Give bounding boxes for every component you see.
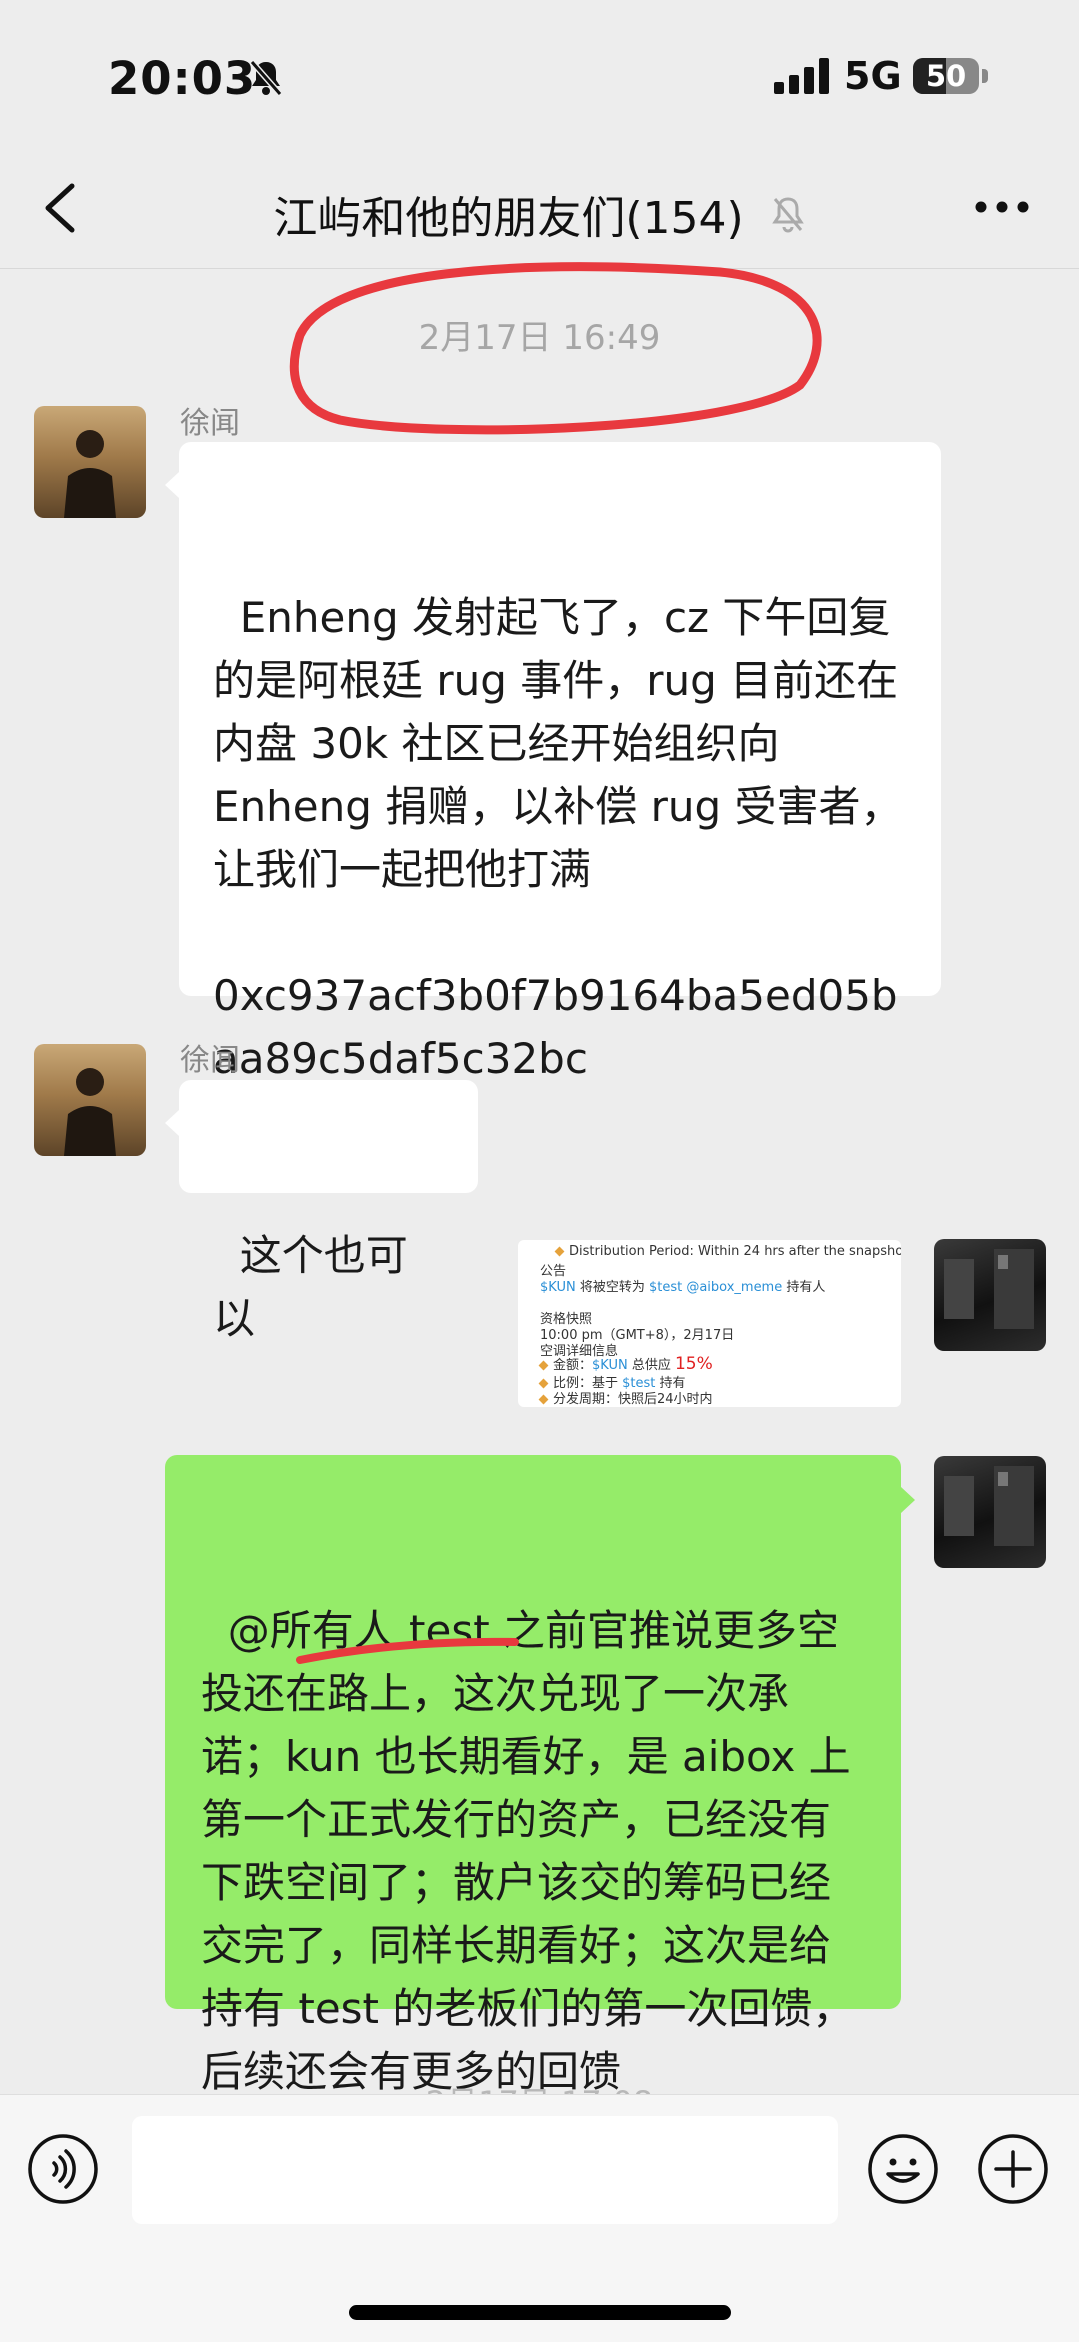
- sender-name: 徐闻: [180, 1043, 240, 1078]
- message-input[interactable]: [132, 2116, 838, 2224]
- room-photo-icon: [944, 1466, 1034, 1546]
- image-text: 15%: [674, 1354, 713, 1374]
- voice-icon[interactable]: [26, 2132, 100, 2206]
- emoji-icon[interactable]: [866, 2132, 940, 2206]
- message-bubble-self[interactable]: @所有人 test 之前官推说更多空投还在路上，这次兑现了一次承诺；kun 也长…: [165, 1455, 915, 2096]
- avatar[interactable]: [34, 1044, 146, 1156]
- image-text: $KUN: [540, 1280, 576, 1295]
- avatar[interactable]: [34, 406, 146, 518]
- image-line: 金额：$KUN 总供应 15%: [538, 1354, 713, 1374]
- message-text: 这个也可以: [213, 1231, 408, 1343]
- avatar-self[interactable]: [934, 1239, 1046, 1351]
- image-line: 分发周期：快照后24小时内: [538, 1388, 713, 1407]
- battery-nub: [982, 69, 988, 83]
- message-bubble[interactable]: Enheng 发射起飞了，cz 下午回复的是阿根廷 rug 事件，rug 目前还…: [165, 442, 941, 1083]
- signal-icon: [774, 58, 829, 94]
- more-dots-icon[interactable]: [974, 200, 1030, 214]
- message-bubble[interactable]: 这个也可以: [165, 1080, 478, 1343]
- bubble-tail: [165, 1110, 179, 1136]
- image-text: 总供应: [627, 1358, 675, 1373]
- bell-muted-icon: [771, 197, 804, 233]
- message-timestamp: 2月17日 16:49: [418, 318, 661, 358]
- bubble-tail: [165, 472, 179, 498]
- message-text: Enheng 发射起飞了，cz 下午回复的是阿根廷 rug 事件，rug 目前还…: [213, 593, 903, 1083]
- bubble-tail: [901, 1487, 915, 1513]
- image-text: 金额：: [553, 1358, 593, 1373]
- chat-title-text: 江屿和他的朋友们(154): [273, 193, 744, 244]
- image-text: $test @aibox_meme: [648, 1280, 783, 1295]
- image-text: 将被空转为: [575, 1280, 649, 1295]
- image-message[interactable]: Distribution Period: Within 24 hrs after…: [518, 1240, 901, 1407]
- room-photo-icon: [944, 1249, 1034, 1329]
- person-silhouette-icon: [64, 1068, 116, 1156]
- image-text: Distribution Period: Within 24 hrs after…: [569, 1244, 901, 1259]
- image-text: 持有人: [782, 1280, 826, 1295]
- network-label: 5G: [844, 54, 902, 98]
- status-time: 20:03: [108, 52, 257, 105]
- sender-name: 徐闻: [180, 406, 240, 441]
- image-text: $KUN: [592, 1358, 628, 1373]
- avatar-self[interactable]: [934, 1456, 1046, 1568]
- person-silhouette-icon: [64, 430, 116, 518]
- nav-divider: [0, 268, 1079, 269]
- chat-title[interactable]: 江屿和他的朋友们(154): [0, 182, 1079, 246]
- image-line: $KUN 将被空转为 $test @aibox_meme 持有人: [540, 1276, 825, 1295]
- message-text: @所有人 test 之前官推说更多空投还在路上，这次兑现了一次承诺；kun 也长…: [201, 1606, 855, 2096]
- battery-percent: 50: [925, 59, 967, 93]
- plus-icon[interactable]: [976, 2132, 1050, 2206]
- home-indicator[interactable]: [349, 2305, 731, 2320]
- battery-indicator: 50: [913, 58, 979, 94]
- image-text: 分发周期：快照后24小时内: [553, 1392, 713, 1407]
- image-line: Distribution Period: Within 24 hrs after…: [554, 1244, 901, 1259]
- bell-muted-icon: [249, 60, 283, 96]
